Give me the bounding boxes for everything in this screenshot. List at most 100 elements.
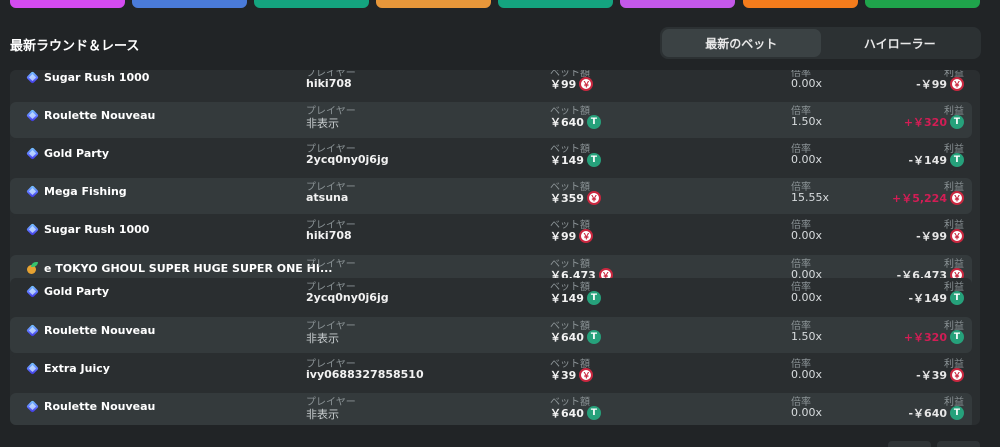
profit-amount: -￥149 T — [908, 152, 964, 168]
category-tab-3[interactable] — [254, 0, 369, 8]
player-name[interactable]: 2ycq0ny0j6jg — [306, 153, 389, 166]
category-tab-4[interactable] — [376, 0, 491, 8]
sports-icon — [26, 262, 39, 275]
game-name: Extra Juicy — [44, 362, 110, 375]
profit-amount: -￥99 ￥ — [916, 228, 964, 244]
game-link[interactable]: Roulette Nouveau — [26, 324, 155, 337]
bet-amount: ￥640 T — [550, 329, 601, 345]
multiplier-value: 0.00x — [791, 229, 823, 242]
game-link[interactable]: Extra Juicy — [26, 362, 110, 375]
game-link[interactable]: Gold Party — [26, 147, 109, 160]
player-name[interactable]: hiki708 — [306, 77, 352, 90]
slot-diamond-icon — [26, 185, 39, 198]
usdt-coin-icon: T — [586, 406, 601, 420]
game-link[interactable]: Roulette Nouveau — [26, 400, 155, 413]
category-tab-6[interactable] — [620, 0, 735, 8]
usdt-coin-icon: T — [586, 330, 601, 344]
player-name[interactable]: ivy0688327858510 — [306, 368, 424, 381]
bet-amount: ￥149 T — [550, 290, 601, 306]
profit-amount: +￥5,224 ￥ — [892, 190, 964, 206]
bet-amount-text: ￥149 — [550, 292, 584, 305]
multiplier-value: 0.00x — [791, 153, 823, 166]
player-name[interactable]: atsuna — [306, 191, 348, 204]
player-label: プレイヤー — [306, 259, 356, 270]
yen-coin-icon: ￥ — [586, 191, 601, 205]
category-tab-5[interactable] — [498, 0, 613, 8]
game-name: Sugar Rush 1000 — [44, 71, 150, 84]
usdt-coin-icon: T — [586, 115, 601, 129]
category-tab-1[interactable] — [10, 0, 125, 8]
category-tab-2[interactable] — [132, 0, 247, 8]
table-row[interactable]: Roulette Nouveau プレイヤー 非表示 ベット額 ￥640 T 倍率… — [10, 102, 972, 138]
profit-amount-text: +￥5,224 — [891, 192, 947, 205]
player-name[interactable]: hiki708 — [306, 229, 352, 242]
yen-coin-icon: ￥ — [950, 229, 964, 243]
player-name: 非表示 — [306, 408, 339, 421]
slot-diamond-icon — [26, 362, 39, 375]
bet-amount-text: ￥99 — [550, 78, 577, 91]
bet-amount: ￥640 T — [550, 114, 601, 130]
player-name[interactable]: 2ycq0ny0j6jg — [306, 291, 389, 304]
game-name: Gold Party — [44, 285, 110, 298]
multiplier-value: 0.00x — [791, 368, 823, 381]
prev-page-button[interactable] — [888, 441, 931, 447]
usdt-coin-icon: T — [586, 153, 601, 167]
bet-tabs: 最新のベット ハイローラー — [660, 27, 981, 59]
usdt-coin-icon: T — [950, 406, 964, 420]
game-link[interactable]: e TOKYO GHOUL SUPER HUGE SUPER ONE HI... — [26, 262, 333, 275]
pagination-controls — [888, 441, 980, 447]
game-link[interactable]: Gold Party — [26, 285, 109, 298]
category-tab-8[interactable] — [865, 0, 980, 8]
game-name: e TOKYO GHOUL SUPER HUGE SUPER ONE HI... — [44, 262, 333, 275]
yen-coin-icon: ￥ — [950, 368, 964, 382]
game-name: Mega Fishing — [44, 185, 127, 198]
bet-amount: ￥99 ￥ — [550, 76, 594, 92]
section-title: 最新ラウンド＆レース — [10, 39, 140, 54]
slot-diamond-icon — [26, 223, 39, 236]
profit-amount-text: +￥320 — [903, 116, 947, 129]
game-link[interactable]: Sugar Rush 1000 — [26, 223, 149, 236]
multiplier-value: 0.00x — [791, 77, 823, 90]
bet-amount-text: ￥640 — [550, 407, 584, 420]
table-row[interactable]: Gold Party プレイヤー 2ycq0ny0j6jg ベット額 ￥149 T… — [10, 278, 972, 314]
game-link[interactable]: Mega Fishing — [26, 185, 127, 198]
table-row[interactable]: Gold Party プレイヤー 2ycq0ny0j6jg ベット額 ￥149 T… — [10, 140, 972, 176]
table-row[interactable]: Extra Juicy プレイヤー ivy0688327858510 ベット額 … — [10, 355, 972, 391]
yen-coin-icon: ￥ — [579, 229, 594, 243]
player-name: 非表示 — [306, 332, 339, 345]
slot-diamond-icon — [26, 71, 39, 84]
profit-amount: -￥640 T — [908, 405, 964, 421]
bet-amount: ￥39 ￥ — [550, 367, 594, 383]
multiplier-value: 1.50x — [791, 115, 823, 128]
table-row[interactable]: Sugar Rush 1000 プレイヤー hiki708 ベット額 ￥99 ￥ … — [10, 216, 972, 252]
bet-amount-text: ￥39 — [550, 369, 577, 382]
usdt-coin-icon: T — [950, 115, 964, 129]
bet-amount: ￥99 ￥ — [550, 228, 594, 244]
table-row[interactable]: Mega Fishing プレイヤー atsuna ベット額 ￥359 ￥ 倍率 … — [10, 178, 972, 214]
bet-amount-text: ￥149 — [550, 154, 584, 167]
profit-amount: -￥39 ￥ — [916, 367, 964, 383]
table-row[interactable]: Roulette Nouveau プレイヤー 非表示 ベット額 ￥640 T 倍率… — [10, 317, 972, 353]
profit-amount: -￥99 ￥ — [916, 76, 964, 92]
game-link[interactable]: Roulette Nouveau — [26, 109, 155, 122]
bet-amount-text: ￥99 — [550, 230, 577, 243]
game-name: Gold Party — [44, 147, 110, 160]
profit-amount-text: -￥39 — [916, 369, 947, 382]
next-page-button[interactable] — [937, 441, 980, 447]
tab-high-rollers[interactable]: ハイローラー — [821, 29, 980, 57]
tab-latest-bets[interactable]: 最新のベット — [662, 29, 821, 57]
yen-coin-icon: ￥ — [579, 77, 594, 91]
table-row[interactable]: Sugar Rush 1000 プレイヤー hiki708 ベット額 ￥99 ￥ … — [10, 70, 972, 100]
category-tab-7[interactable] — [743, 0, 858, 8]
bet-amount: ￥359 ￥ — [550, 190, 601, 206]
profit-amount: -￥149 T — [908, 290, 964, 306]
profit-amount-text: -￥149 — [908, 292, 947, 305]
profit-amount-text: +￥320 — [903, 331, 947, 344]
usdt-coin-icon: T — [950, 153, 964, 167]
multiplier-value: 1.50x — [791, 330, 823, 343]
profit-amount: +￥320 T — [904, 329, 964, 345]
game-link[interactable]: Sugar Rush 1000 — [26, 71, 149, 84]
slot-diamond-icon — [26, 324, 39, 337]
table-row[interactable]: Roulette Nouveau プレイヤー 非表示 ベット額 ￥640 T 倍率… — [10, 393, 972, 425]
multiplier-value: 0.00x — [791, 291, 823, 304]
